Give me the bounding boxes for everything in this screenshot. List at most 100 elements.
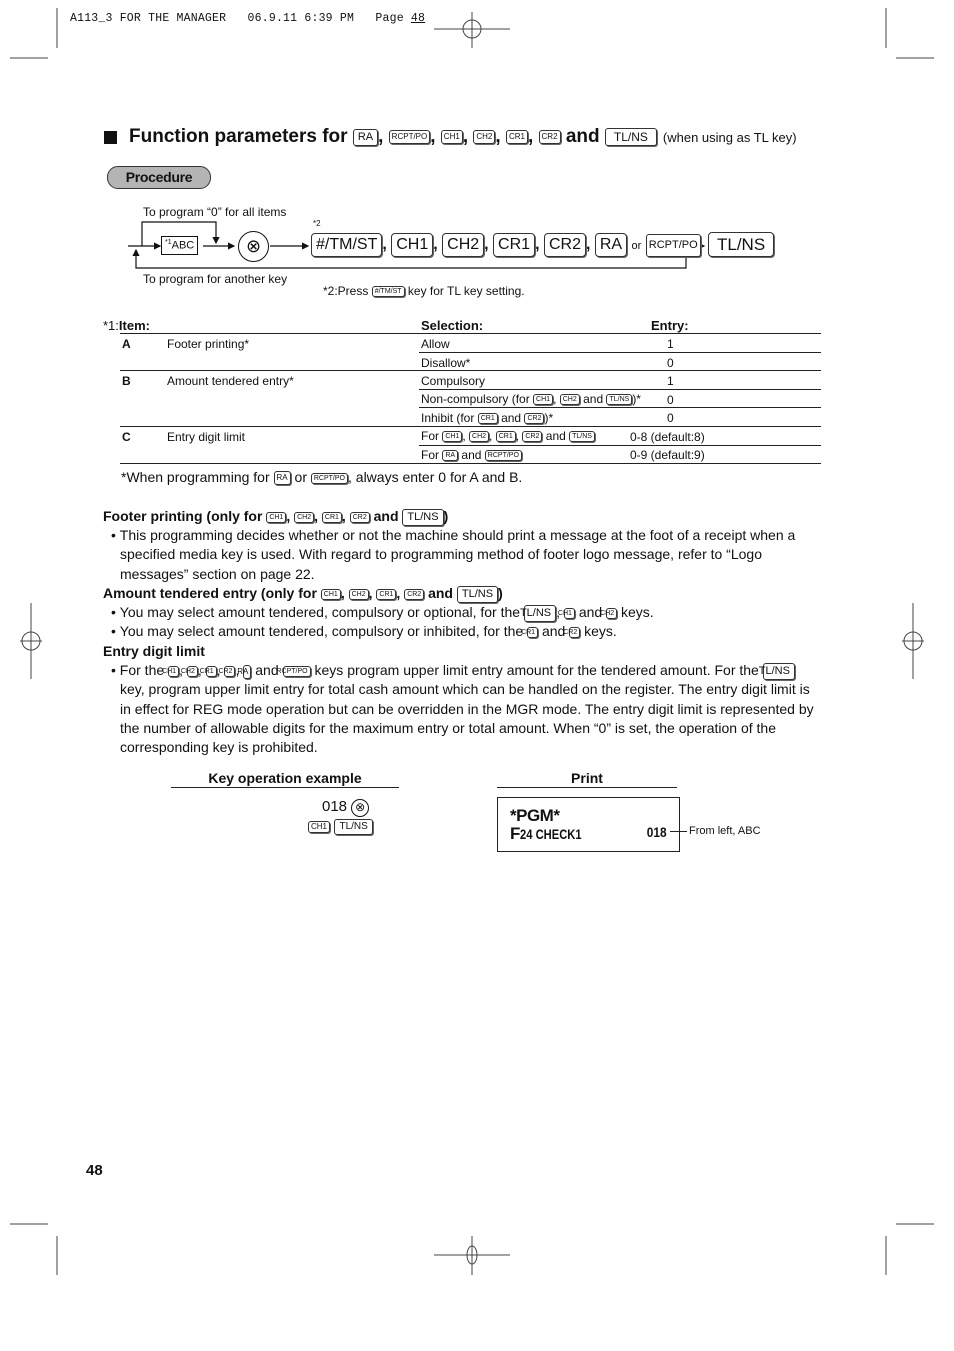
row-selection: Allow (421, 337, 450, 351)
and-text: and (541, 623, 566, 640)
header-item: Item: (118, 318, 150, 333)
key-ch2: CH2 (600, 608, 618, 619)
key-ch1: CH1 (266, 511, 287, 523)
key-ra: RA (237, 664, 252, 679)
tl-key-note: *2:Press #/TM/ST key for TL key setting. (323, 284, 525, 298)
row-entry: 0 (667, 411, 674, 425)
key-ch2: CH2 (294, 511, 315, 523)
key-cr2: CR2 (563, 627, 581, 639)
table-divider (120, 370, 821, 371)
bullet-text: You may select amount tendered, compulso… (119, 604, 521, 621)
receipt-callout: From left, ABC (689, 825, 761, 837)
selection-text: For (421, 448, 439, 462)
key-cr2: CR2 (404, 588, 425, 600)
row-entry: 0 (667, 356, 674, 370)
row-selection: Disallow* (421, 356, 471, 370)
key-ch2: CH2 (559, 394, 580, 406)
row-code-b: B (122, 374, 131, 388)
key-ra: RA (594, 233, 628, 257)
key-cr1: CR1 (321, 511, 342, 523)
bullet-text: You may select amount tendered, compulso… (119, 623, 524, 640)
key-ch1: CH1 (558, 608, 575, 619)
key-ch1: CH1 (308, 820, 331, 833)
footer-printing-heading: Footer printing (only for CH1, CH2, CR1,… (103, 508, 449, 526)
selection-text: For (421, 429, 439, 443)
amount-tendered-heading: Amount tendered entry (only for CH1, CH2… (103, 585, 503, 603)
key-cr2: CR2 (543, 233, 586, 257)
entry-digit-heading: Entry digit limit (103, 642, 823, 661)
key-tm-st-small: #/TM/ST (371, 286, 405, 298)
key-ch1: CH1 (162, 666, 180, 677)
amount-bullet-1: • You may select amount tendered, compul… (111, 604, 654, 622)
key-tl-ns: TL/NS (456, 585, 499, 603)
key-tl-ns: TL/NS (334, 818, 373, 835)
diagram-key-row: #/TM/ST, CH1, CH2, CR1, CR2, RA or RCPT/… (311, 233, 701, 257)
row-selection: For RA and RCPT/PO (421, 448, 522, 462)
key-ra: RA (273, 471, 291, 486)
row-entry: 0 (667, 393, 674, 407)
receipt-f: F (510, 824, 521, 843)
key-cr2: CR2 (522, 431, 543, 443)
selection-text: Inhibit (for (421, 411, 475, 425)
title-and: and (565, 126, 600, 147)
key-op-entry-line: 018 ⊗ (322, 798, 370, 817)
row-item-a: Footer printing* (167, 337, 250, 351)
key-cr1: CR1 (521, 627, 539, 639)
table-divider (120, 426, 821, 427)
key-cr1: CR1 (477, 413, 498, 425)
key-operation-title: Key operation example (208, 770, 362, 786)
key-cr2: CR2 (218, 666, 236, 677)
bullet-square-icon (104, 130, 117, 144)
print-underline (497, 787, 677, 788)
key-cr1: CR1 (495, 431, 516, 443)
abc-footnote-marker: *1 (165, 239, 172, 246)
key-ra: RA (352, 128, 379, 146)
row-code-a: A (122, 337, 131, 351)
key-cr1: CR1 (493, 233, 536, 257)
table-divider (419, 445, 821, 446)
row-item-c: Entry digit limit (167, 430, 246, 444)
section-title: Function parameters for RA, RCPT/PO, CH1… (104, 126, 797, 148)
heading-text: Amount tendered entry (only for (103, 585, 317, 601)
and-text: and (501, 411, 522, 425)
bullet-text-end: keys. (584, 623, 617, 640)
procedure-badge: Procedure (107, 166, 211, 189)
key-ch1: CH1 (320, 588, 341, 600)
table-divider (120, 463, 821, 464)
title-text: Function parameters for (129, 126, 348, 147)
footnote-text: *When programming for (121, 469, 270, 485)
key-ch2: CH2 (348, 588, 369, 600)
and-text: and (428, 585, 453, 601)
receipt-key-name: 24 CHECK1 (520, 826, 583, 842)
and-text: and (583, 392, 604, 406)
row-entry: 1 (667, 374, 674, 388)
note-prefix: *2:Press (323, 284, 369, 298)
key-rcpt-po: RCPT/PO (310, 472, 348, 484)
key-ch2: CH2 (442, 233, 485, 257)
key-ch2: CH2 (473, 130, 496, 144)
key-ch2: CH2 (469, 431, 490, 443)
loop-bottom-label: To program for another key (143, 272, 288, 286)
and-text: and (578, 604, 603, 621)
receipt-value: 018 (646, 824, 667, 840)
bullet-text: keys program upper limit entry amount fo… (314, 662, 759, 679)
entry-digit-bullet: • For the CH1, CH2, CR1, CR2, RA and RCP… (111, 662, 814, 756)
callout-line (670, 831, 687, 832)
selection-text: Non-compulsory (for (421, 392, 530, 406)
and-text: and (255, 662, 279, 679)
key-rcpt-po: RCPT/PO (388, 130, 431, 144)
key-tl-ns: TL/NS (402, 508, 444, 526)
row-item-b: Amount tendered entry* (167, 374, 294, 388)
title-note: (when using as TL key) (662, 129, 797, 145)
key-ch1: CH1 (533, 394, 554, 406)
star2-marker: *2 (313, 219, 321, 228)
multiply-key-icon: ⊗ (238, 231, 269, 262)
row-selection: Non-compulsory (for CH1, CH2 and TL/NS)* (421, 392, 641, 406)
key-ch2: CH2 (181, 666, 198, 677)
key-cr2: CR2 (349, 511, 370, 523)
final-key-wrap: TL/NS (708, 232, 775, 257)
key-cr2: CR2 (538, 130, 561, 144)
key-tl-ns: TL/NS (606, 394, 633, 406)
key-tl-ns: TL/NS (520, 605, 557, 622)
receipt-print: *PGM* F24 CHECK1 018 (497, 797, 680, 852)
